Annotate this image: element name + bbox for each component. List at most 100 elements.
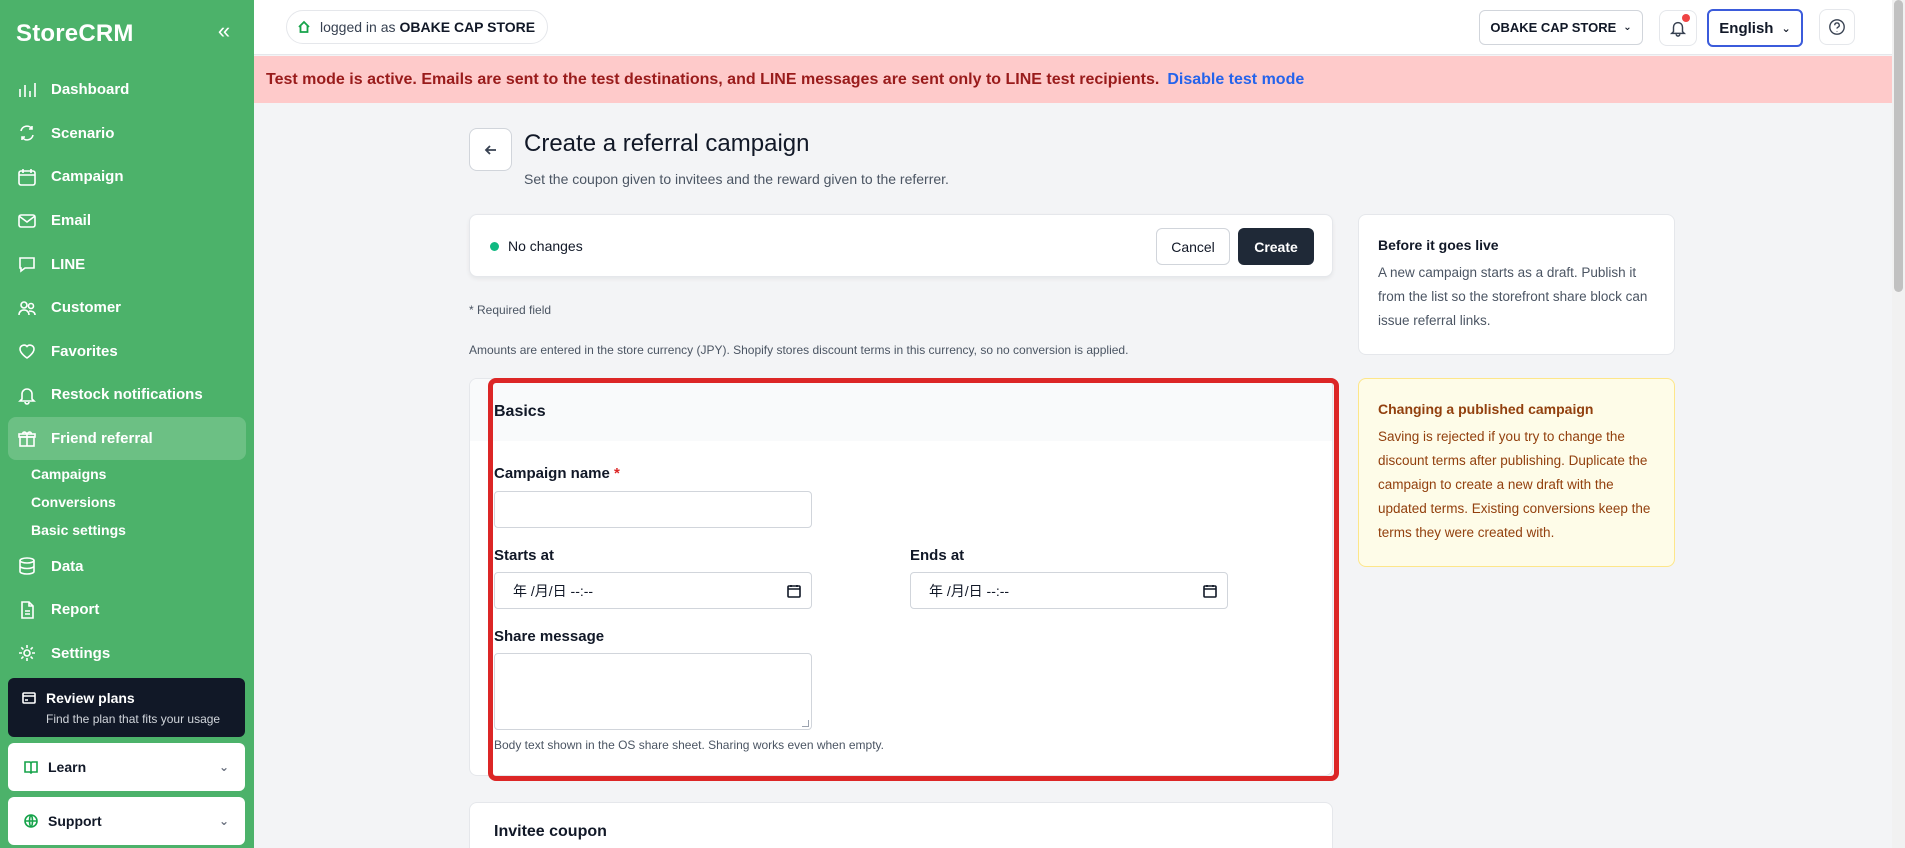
sidebar-item-friend-referral[interactable]: Friend referral — [8, 416, 246, 461]
sidebar-item-scenario[interactable]: Scenario — [8, 112, 246, 156]
currency-note: Amounts are entered in the store currenc… — [469, 343, 1129, 357]
resize-handle-icon[interactable] — [802, 720, 809, 727]
top-bar: logged in as OBAKE CAP STORE OBAKE CAP S… — [254, 0, 1892, 55]
sidebar-item-label: Email — [51, 212, 92, 230]
starts-at-label: Starts at — [494, 547, 555, 564]
before-live-info-card: Before it goes live A new campaign start… — [1358, 214, 1675, 355]
scrollbar-thumb[interactable] — [1894, 0, 1903, 292]
campaign-name-input[interactable] — [494, 491, 812, 528]
campaign-name-label-text: Campaign name — [494, 465, 610, 482]
chevron-down-icon: ⌄ — [218, 814, 229, 828]
refresh-icon — [16, 122, 38, 144]
sidebar-item-report[interactable]: Report — [8, 588, 246, 632]
bar-chart-icon — [16, 79, 38, 101]
friend-referral-subnav: Campaigns Conversions Basic settings — [31, 460, 246, 544]
subnav-item-basic-settings[interactable]: Basic settings — [31, 516, 246, 544]
chevron-down-icon: ⌄ — [1781, 22, 1791, 35]
sidebar-item-line[interactable]: LINE — [8, 242, 246, 286]
language-selector[interactable]: English ⌄ — [1707, 9, 1803, 47]
sidebar-item-restock-notifications[interactable]: Restock notifications — [8, 373, 246, 417]
learn-collapsible[interactable]: Learn ⌄ — [8, 743, 245, 791]
help-icon — [1829, 19, 1845, 35]
campaign-name-label: Campaign name * — [494, 465, 620, 482]
support-collapsible[interactable]: Support ⌄ — [8, 797, 245, 845]
sidebar-item-customer[interactable]: Customer — [8, 286, 246, 330]
database-icon — [16, 555, 38, 577]
basics-title: Basics — [494, 403, 546, 420]
sidebar-item-campaign[interactable]: Campaign — [8, 155, 246, 199]
sidebar-item-label: Friend referral — [51, 430, 153, 448]
test-mode-banner: Test mode is active. Emails are sent to … — [254, 56, 1892, 103]
sidebar-item-label: Settings — [51, 644, 111, 662]
app-logo: StoreCRM — [16, 20, 134, 47]
notification-dot — [1682, 14, 1690, 22]
sidebar-item-label: LINE — [51, 255, 86, 273]
ends-at-value: 年 /月/日 --:-- — [929, 582, 1010, 599]
calendar-icon[interactable] — [787, 584, 801, 598]
bell-icon — [16, 384, 38, 406]
share-message-label: Share message — [494, 628, 605, 645]
sidebar-item-label: Dashboard — [51, 81, 130, 99]
page-scrollbar[interactable] — [1892, 0, 1905, 848]
calendar-icon — [16, 166, 38, 188]
invitee-coupon-card: Invitee coupon — [469, 802, 1333, 848]
published-warning-body: Saving is rejected if you try to change … — [1378, 429, 1651, 540]
save-bar: No changes Cancel Create — [469, 214, 1333, 277]
save-status: No changes — [490, 238, 583, 254]
calendar-icon[interactable] — [1203, 584, 1217, 598]
learn-label: Learn — [48, 759, 87, 775]
invitee-coupon-title: Invitee coupon — [494, 823, 607, 840]
sidebar-nav: Dashboard Scenario Campaign Email LINE C… — [8, 68, 246, 675]
before-live-body: A new campaign starts as a draft. Publis… — [1378, 265, 1648, 328]
save-status-text: No changes — [508, 238, 583, 254]
test-mode-text: Test mode is active. Emails are sent to … — [266, 70, 1160, 88]
book-icon — [24, 761, 38, 774]
chevron-down-icon: ⌄ — [1623, 22, 1632, 33]
sidebar-item-label: Report — [51, 601, 100, 619]
sidebar-item-label: Restock notifications — [51, 386, 203, 404]
notifications-button[interactable] — [1659, 10, 1697, 46]
subnav-item-conversions[interactable]: Conversions — [31, 488, 246, 516]
sidebar-item-label: Favorites — [51, 342, 118, 360]
page-title: Create a referral campaign — [524, 130, 810, 157]
mail-icon — [16, 210, 38, 232]
card-icon — [22, 692, 36, 704]
sidebar-item-label: Scenario — [51, 124, 115, 142]
starts-at-input[interactable]: 年 /月/日 --:-- — [494, 572, 812, 609]
create-button[interactable]: Create — [1238, 228, 1314, 265]
sidebar-item-favorites[interactable]: Favorites — [8, 330, 246, 374]
subnav-item-campaigns[interactable]: Campaigns — [31, 460, 246, 488]
disable-test-mode-link[interactable]: Disable test mode — [1167, 71, 1304, 89]
review-plans-subtitle: Find the plan that fits your usage — [46, 712, 221, 726]
language-value: English — [1719, 19, 1774, 37]
gift-icon — [16, 428, 38, 450]
sidebar-item-email[interactable]: Email — [8, 199, 246, 243]
store-selector[interactable]: OBAKE CAP STORE ⌄ — [1479, 10, 1643, 45]
ends-at-input[interactable]: 年 /月/日 --:-- — [910, 572, 1228, 609]
sidebar-item-dashboard[interactable]: Dashboard — [8, 68, 246, 112]
logged-in-store: OBAKE CAP STORE — [399, 19, 536, 35]
heart-icon — [16, 340, 38, 362]
required-mark: * — [614, 465, 620, 482]
sidebar-item-settings[interactable]: Settings — [8, 632, 246, 676]
users-icon — [16, 297, 38, 319]
starts-at-value: 年 /月/日 --:-- — [513, 582, 594, 599]
sidebar-item-label: Campaign — [51, 168, 124, 186]
ends-at-label: Ends at — [910, 547, 965, 564]
published-campaign-warning-card: Changing a published campaign Saving is … — [1358, 378, 1675, 567]
back-button[interactable] — [469, 128, 512, 171]
help-button[interactable] — [1819, 9, 1855, 45]
chat-icon — [16, 253, 38, 275]
review-plans-card[interactable]: Review plans Find the plan that fits you… — [8, 678, 245, 737]
share-message-textarea[interactable] — [494, 653, 812, 730]
arrow-left-icon — [484, 144, 496, 155]
published-warning-title: Changing a published campaign — [1378, 401, 1594, 417]
collapse-sidebar-icon[interactable]: « — [214, 20, 234, 42]
logged-in-store-pill: logged in as OBAKE CAP STORE — [286, 10, 549, 44]
before-live-title: Before it goes live — [1378, 237, 1499, 253]
cancel-button[interactable]: Cancel — [1156, 228, 1230, 265]
globe-icon — [24, 814, 38, 828]
sidebar-item-data[interactable]: Data — [8, 544, 246, 588]
page-subtitle: Set the coupon given to invitees and the… — [524, 171, 949, 187]
gear-icon — [16, 642, 38, 664]
